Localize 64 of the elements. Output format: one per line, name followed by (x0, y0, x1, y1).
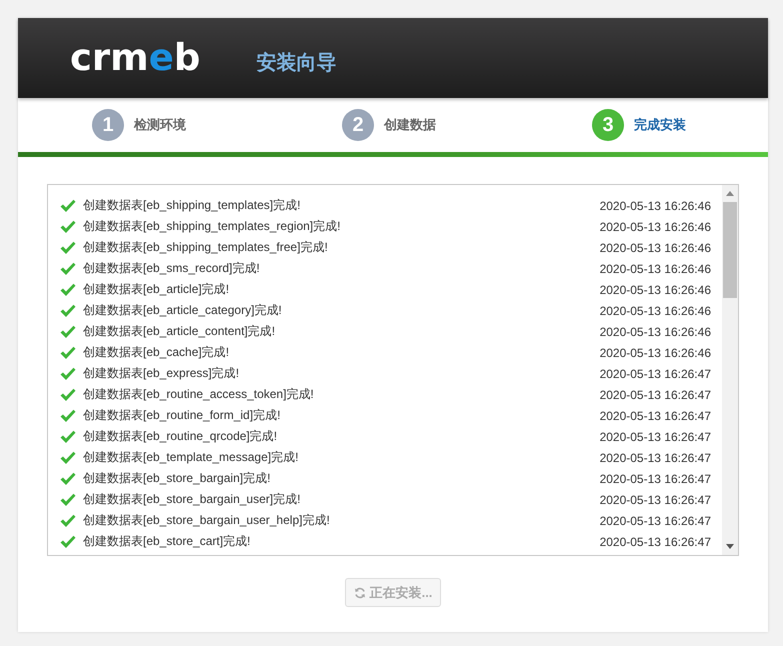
log-message: 创建数据表[eb_store_bargain_user_help]完成! (83, 512, 331, 529)
step-label: 创建数据 (384, 116, 436, 134)
log-message: 创建数据表[eb_store_cart]完成! (83, 533, 252, 550)
log-time: 2020-05-13 16:26:47 (600, 430, 711, 444)
step-number: 1 (92, 109, 124, 141)
checkmark-icon (60, 304, 76, 318)
log-time: 2020-05-13 16:26:46 (600, 220, 711, 234)
checkmark-icon (60, 262, 76, 276)
log-time: 2020-05-13 16:26:47 (600, 492, 711, 506)
checkmark-icon (60, 408, 76, 422)
refresh-icon (354, 586, 366, 598)
checkmark-icon (60, 198, 76, 212)
log-time: 2020-05-13 16:26:46 (600, 262, 711, 276)
log-time: 2020-05-13 16:26:47 (600, 366, 711, 380)
log-message: 创建数据表[eb_shipping_templates_region]完成! (83, 218, 342, 235)
checkmark-icon (60, 220, 76, 234)
log-message: 创建数据表[eb_shipping_templates]完成! (83, 197, 302, 214)
log-message: 创建数据表[eb_template_message]完成! (83, 449, 300, 466)
checkmark-icon (60, 324, 76, 338)
checkmark-icon (60, 346, 76, 360)
wizard-title: 安装向导 (256, 50, 336, 76)
log-time: 2020-05-13 16:26:46 (600, 240, 711, 254)
log-time: 2020-05-13 16:26:46 (600, 198, 711, 212)
log-message: 创建数据表[eb_routine_form_id]完成! (83, 407, 282, 424)
checkmark-icon (60, 450, 76, 464)
checkmark-icon (60, 366, 76, 380)
log-message: 创建数据表[eb_cache]完成! (83, 344, 230, 361)
log-message: 创建数据表[eb_article]完成! (83, 281, 230, 298)
log-message: 创建数据表[eb_sms_record]完成! (83, 260, 261, 277)
step-label: 完成安装 (634, 116, 686, 134)
log-time: 2020-05-13 16:26:47 (600, 534, 711, 548)
checkmark-icon (60, 240, 76, 254)
log-time: 2020-05-13 16:26:46 (600, 324, 711, 338)
scrollbar[interactable] (722, 185, 738, 555)
checkmark-icon (60, 472, 76, 486)
log-time: 2020-05-13 16:26:47 (600, 388, 711, 402)
log-message: 创建数据表[eb_store_bargain_user]完成! (83, 491, 302, 508)
step-number: 2 (342, 109, 374, 141)
log-time: 2020-05-13 16:26:47 (600, 514, 711, 528)
checkmark-icon (60, 534, 76, 548)
log-message: 创建数据表[eb_routine_access_token]完成! (83, 386, 315, 403)
step-number: 3 (592, 109, 624, 141)
log-time: 2020-05-13 16:26:46 (600, 282, 711, 296)
log-message: 创建数据表[eb_routine_qrcode]完成! (83, 428, 278, 445)
checkmark-icon (60, 388, 76, 402)
log-time: 2020-05-13 16:26:47 (600, 472, 711, 486)
log-time: 2020-05-13 16:26:46 (600, 346, 711, 360)
checkmark-icon (60, 492, 76, 506)
log-message: 创建数据表[eb_article_content]完成! (83, 323, 276, 340)
checkmark-icon (60, 282, 76, 296)
log-time: 2020-05-13 16:26:47 (600, 450, 711, 464)
log-message: 创建数据表[eb_express]完成! (83, 365, 240, 382)
log-message: 创建数据表[eb_store_bargain]完成! (83, 470, 272, 487)
checkmark-icon (60, 514, 76, 528)
log-time: 2020-05-13 16:26:46 (600, 304, 711, 318)
log-message: 创建数据表[eb_shipping_templates_free]完成! (83, 239, 329, 256)
log-time: 2020-05-13 16:26:47 (600, 408, 711, 422)
logo: crmeb (70, 36, 200, 80)
checkmark-icon (60, 430, 76, 444)
scroll-thumb[interactable] (723, 202, 737, 298)
scroll-down-icon[interactable] (726, 544, 734, 549)
step-label: 检测环境 (134, 116, 186, 134)
scroll-up-icon[interactable] (726, 191, 734, 196)
log-message: 创建数据表[eb_article_category]完成! (83, 302, 283, 319)
